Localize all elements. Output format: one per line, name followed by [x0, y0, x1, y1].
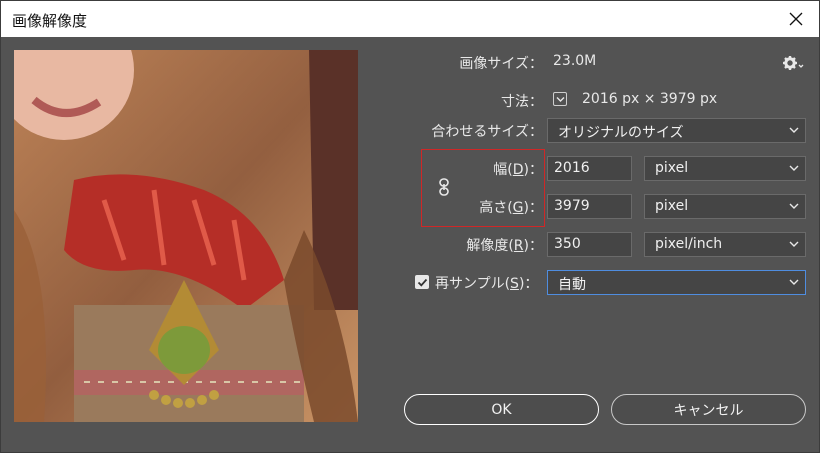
chevron-down-icon: [789, 165, 799, 171]
resolution-unit-value: pixel/inch: [655, 236, 723, 252]
close-icon: [789, 12, 803, 26]
ok-button[interactable]: OK: [404, 394, 599, 425]
chevron-down-icon: [789, 127, 799, 133]
height-unit-value: pixel: [655, 198, 689, 214]
height-accesskey: G: [512, 200, 524, 216]
width-label-text: 幅(: [493, 162, 513, 178]
height-label-text: 高さ(: [479, 200, 513, 216]
image-size-value: 23.0M: [553, 53, 597, 69]
resample-label-text: 再サンプル(: [435, 276, 511, 292]
height-unit-dropdown[interactable]: pixel: [644, 194, 806, 219]
chevron-down-icon: [789, 279, 799, 285]
gear-icon[interactable]: [782, 54, 804, 72]
preview-photo: [14, 50, 358, 422]
dimensions-toggle[interactable]: [553, 92, 567, 106]
resample-label-suffix: )：: [518, 276, 539, 292]
close-button[interactable]: [773, 1, 819, 37]
resolution-label-suffix: )：: [523, 238, 543, 254]
fit-to-label: 合わせるサイズ：: [431, 124, 543, 140]
width-input[interactable]: 2016: [547, 156, 632, 181]
fit-to-value: オリジナルのサイズ: [558, 125, 684, 141]
image-preview[interactable]: [14, 50, 358, 422]
width-accesskey: D: [512, 162, 524, 178]
resolution-label-text: 解像度(: [466, 238, 514, 254]
link-chain-icon[interactable]: [438, 178, 450, 196]
check-icon: [417, 278, 428, 287]
width-label-suffix: )：: [523, 162, 543, 178]
cancel-button[interactable]: キャンセル: [611, 394, 806, 425]
resample-checkbox[interactable]: [415, 275, 429, 289]
height-label-suffix: )：: [523, 200, 543, 216]
resolution-accesskey: R: [513, 238, 524, 254]
image-size-label: 画像サイズ：: [459, 56, 543, 72]
chevron-down-icon: [789, 241, 799, 247]
width-unit-dropdown[interactable]: pixel: [644, 156, 806, 181]
resample-method-value: 自動: [558, 277, 586, 293]
dimensions-value: 2016 px × 3979 px: [582, 91, 718, 107]
resample-accesskey: S: [510, 276, 519, 292]
resolution-label: 解像度(R)：: [421, 235, 543, 255]
height-label: 高さ(G)：: [441, 197, 543, 217]
dimensions-label: 寸法：: [501, 94, 543, 110]
fit-to-dropdown[interactable]: オリジナルのサイズ: [547, 118, 806, 143]
resolution-input[interactable]: 350: [547, 232, 632, 257]
window-title: 画像解像度: [12, 12, 88, 30]
width-unit-value: pixel: [655, 160, 689, 176]
width-label: 幅(D)：: [451, 159, 543, 179]
resample-label: 再サンプル(S)：: [435, 273, 543, 293]
chevron-down-icon: [789, 203, 799, 209]
resample-method-dropdown[interactable]: 自動: [547, 270, 806, 295]
height-input[interactable]: 3979: [547, 194, 632, 219]
title-bar: 画像解像度: [0, 0, 820, 37]
dialog-body: 画像サイズ： 23.0M 寸法： 2016 px × 3979 px 合わせるサ…: [0, 37, 820, 453]
resolution-unit-dropdown[interactable]: pixel/inch: [644, 232, 806, 257]
chevron-down-icon: [556, 97, 565, 102]
